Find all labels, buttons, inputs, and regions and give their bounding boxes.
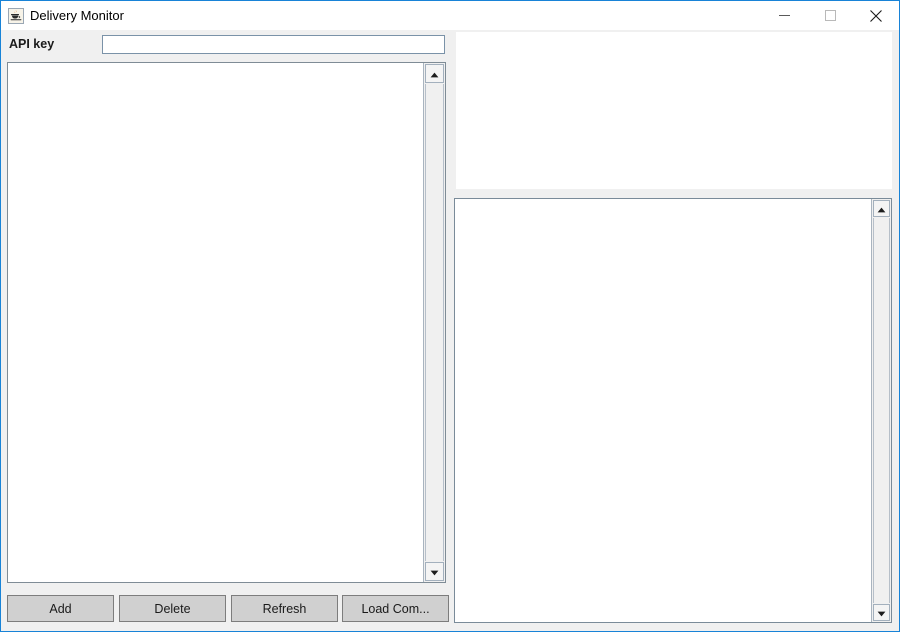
maximize-icon[interactable]	[807, 1, 853, 30]
app-window: Delivery Monitor API key Add Delete Refr…	[0, 0, 900, 632]
refresh-button[interactable]: Refresh	[231, 595, 338, 622]
delivery-list[interactable]	[8, 63, 423, 582]
scroll-down-icon[interactable]	[873, 604, 890, 621]
delivery-list-scrollbar[interactable]	[423, 63, 445, 582]
log-panel	[454, 198, 892, 623]
delivery-list-scrollpane	[7, 62, 446, 583]
scroll-up-icon[interactable]	[873, 200, 890, 217]
close-icon[interactable]	[853, 1, 899, 30]
title-bar: Delivery Monitor	[1, 1, 899, 30]
api-key-input[interactable]	[102, 35, 445, 54]
log-scroll-track[interactable]	[873, 218, 890, 603]
add-button[interactable]: Add	[7, 595, 114, 622]
delivery-list-scroll-track[interactable]	[425, 84, 444, 561]
minimize-icon[interactable]	[761, 1, 807, 30]
window-title: Delivery Monitor	[30, 8, 124, 23]
scroll-up-icon[interactable]	[425, 64, 444, 83]
detail-panel	[456, 32, 892, 189]
load-com-button[interactable]: Load Com...	[342, 595, 449, 622]
scroll-down-icon[interactable]	[425, 562, 444, 581]
java-coffee-cup-icon	[8, 8, 24, 24]
log-scrollbar[interactable]	[871, 199, 891, 622]
delete-button[interactable]: Delete	[119, 595, 226, 622]
api-key-label: API key	[9, 37, 55, 51]
log-text-area[interactable]	[455, 199, 871, 622]
